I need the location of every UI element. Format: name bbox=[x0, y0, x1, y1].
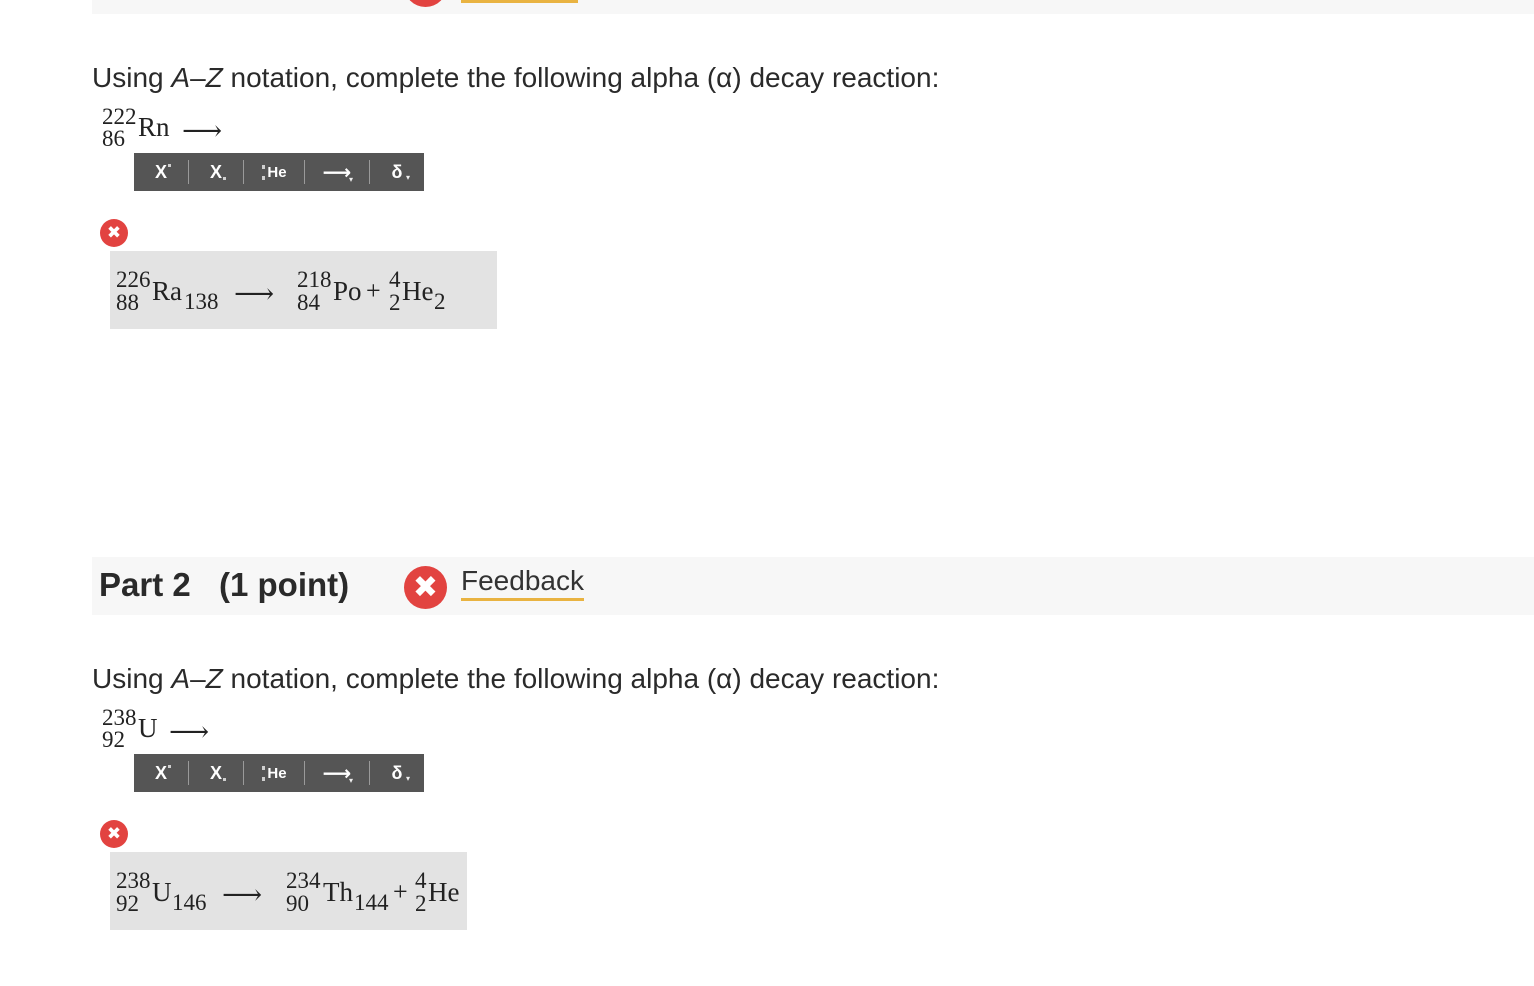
reactant-atomic: 92 bbox=[102, 727, 125, 752]
answer-product1-symbol: Po bbox=[333, 276, 362, 306]
part2-feedback-link[interactable]: Feedback bbox=[461, 565, 584, 601]
part2-question: Using A–Z notation, complete the followi… bbox=[92, 663, 940, 694]
chevron-down-icon: ▾ bbox=[406, 173, 411, 182]
answer-product1-atomic: 84 bbox=[297, 290, 320, 315]
arrow-icon: ⟶ bbox=[322, 762, 352, 785]
nuclide-button[interactable]: He bbox=[244, 153, 304, 191]
answer-reactant-atomic: 88 bbox=[116, 290, 139, 315]
part1-header-bar bbox=[92, 0, 1534, 14]
chevron-down-icon: ▾ bbox=[406, 774, 411, 783]
delta-button[interactable]: δ ▾ bbox=[370, 754, 424, 792]
part1-equation-toolbar: X X He ⟶ ▾ δ ▾ bbox=[134, 153, 424, 191]
subscript-button[interactable]: X bbox=[189, 153, 243, 191]
part1-answer-equation: 226 88 Ra 138 ⟶ 218 84 Po + 4 2 He 2 bbox=[116, 267, 496, 317]
answer-reactant-neutrons: 138 bbox=[184, 289, 219, 314]
superscript-marker-icon bbox=[168, 164, 171, 167]
answer-reactant-atomic: 92 bbox=[116, 891, 139, 916]
answer-plus: + bbox=[366, 276, 381, 305]
superscript-button[interactable]: X bbox=[134, 754, 188, 792]
reactant-symbol: U bbox=[138, 713, 158, 743]
answer-reactant-neutrons: 146 bbox=[172, 890, 207, 915]
answer-product2-atomic: 2 bbox=[415, 891, 427, 916]
reaction-arrow: ⟶ bbox=[182, 116, 223, 147]
reaction-arrow: ⟶ bbox=[169, 717, 210, 748]
subscript-marker-icon bbox=[223, 177, 226, 180]
nuclide-atomic-marker-icon bbox=[262, 176, 265, 180]
nuclide-button[interactable]: He bbox=[244, 754, 304, 792]
delta-icon: δ bbox=[391, 762, 403, 783]
answer-reactant-symbol: U bbox=[152, 877, 172, 907]
part2-incorrect-icon: ✖ bbox=[100, 820, 128, 848]
arrow-button[interactable]: ⟶ ▾ bbox=[305, 153, 369, 191]
part2-reaction-prompt: 238 92 U ⟶ bbox=[102, 705, 252, 755]
answer-arrow: ⟶ bbox=[234, 279, 275, 310]
superscript-marker-icon bbox=[168, 765, 171, 768]
chevron-down-icon: ▾ bbox=[349, 776, 354, 785]
answer-product2-symbol: He bbox=[402, 276, 434, 306]
answer-product2-symbol: He bbox=[428, 877, 460, 907]
arrow-icon: ⟶ bbox=[322, 161, 352, 184]
nuclide-atomic-marker-icon bbox=[262, 777, 265, 781]
part2-answer-equation: 238 92 U 146 ⟶ 234 90 Th 144 + 4 2 He bbox=[116, 868, 466, 918]
answer-product1-atomic: 90 bbox=[286, 891, 309, 916]
reactant-symbol: Rn bbox=[138, 112, 170, 142]
part1-question: Using A–Z notation, complete the followi… bbox=[92, 62, 940, 93]
answer-product2-atomic: 2 bbox=[389, 290, 401, 315]
superscript-button[interactable]: X bbox=[134, 153, 188, 191]
reactant-atomic: 86 bbox=[102, 126, 125, 151]
answer-reactant-symbol: Ra bbox=[152, 276, 182, 306]
subscript-marker-icon bbox=[223, 778, 226, 781]
nuclide-mass-marker-icon bbox=[262, 766, 265, 770]
part1-reaction-prompt: 222 86 Rn ⟶ bbox=[102, 104, 252, 154]
part2-points: (1 point) bbox=[219, 566, 350, 603]
part1-incorrect-icon: ✖ bbox=[100, 219, 128, 247]
part1-answer-box[interactable]: 226 88 Ra 138 ⟶ 218 84 Po + 4 2 He 2 bbox=[110, 251, 497, 329]
answer-arrow: ⟶ bbox=[222, 880, 263, 911]
subscript-button[interactable]: X bbox=[189, 754, 243, 792]
answer-product2-neutrons: 2 bbox=[434, 289, 446, 314]
part1-feedback-underline[interactable] bbox=[461, 0, 578, 3]
arrow-button[interactable]: ⟶ ▾ bbox=[305, 754, 369, 792]
part2-title: Part 2 bbox=[99, 566, 191, 603]
part2-error-icon: ✖ bbox=[404, 566, 447, 609]
nuclide-mass-marker-icon bbox=[262, 165, 265, 169]
answer-product1-neutrons: 144 bbox=[354, 890, 389, 915]
answer-plus: + bbox=[393, 877, 408, 906]
part2-equation-toolbar: X X He ⟶ ▾ δ ▾ bbox=[134, 754, 424, 792]
answer-product1-symbol: Th bbox=[323, 877, 353, 907]
part2-answer-box[interactable]: 238 92 U 146 ⟶ 234 90 Th 144 + 4 2 He bbox=[110, 852, 467, 930]
delta-icon: δ bbox=[391, 161, 403, 182]
delta-button[interactable]: δ ▾ bbox=[370, 153, 424, 191]
chevron-down-icon: ▾ bbox=[349, 175, 354, 184]
